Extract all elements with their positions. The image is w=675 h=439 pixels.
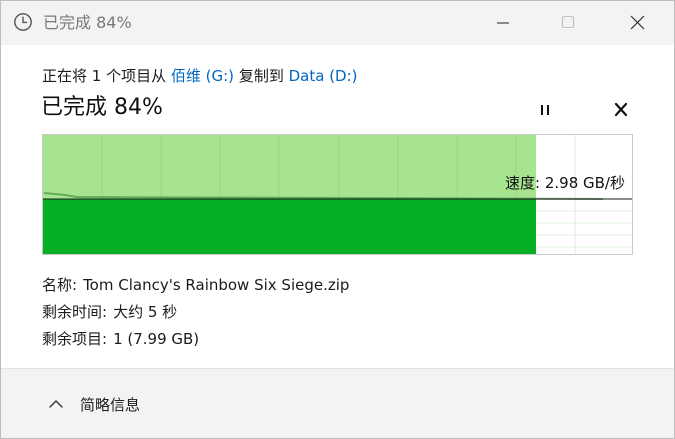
maximize-icon: [561, 15, 575, 29]
speed-graph-canvas: [43, 135, 632, 254]
progress-fill-upper: [43, 135, 536, 199]
copy-prefix: 正在将 1 个项目从: [42, 67, 167, 85]
name-label: 名称:: [42, 276, 78, 294]
footer: 简略信息: [1, 368, 674, 438]
detail-name: 名称: Tom Clancy's Rainbow Six Siege.zip: [42, 272, 349, 299]
maximize-button[interactable]: [559, 13, 579, 33]
items-value: 1 (7.99 GB): [113, 330, 200, 348]
progress-status: 已完成 84%: [41, 95, 163, 120]
copy-progress-dialog: 已完成 84% 正在将 1 个项目从 佰维 (G:) 复制到 Data (D:)…: [0, 0, 675, 439]
progress-fill-lower: [43, 199, 536, 254]
copy-description: 正在将 1 个项目从 佰维 (G:) 复制到 Data (D:): [42, 65, 358, 87]
items-label: 剩余项目:: [42, 330, 108, 348]
detail-time-remaining: 剩余时间: 大约 5 秒: [42, 299, 349, 326]
transfer-details: 名称: Tom Clancy's Rainbow Six Siege.zip 剩余…: [42, 272, 349, 353]
time-label: 剩余时间:: [42, 303, 108, 321]
detail-items-remaining: 剩余项目: 1 (7.99 GB): [42, 326, 349, 353]
copy-middle: 复制到: [238, 67, 284, 85]
close-icon: [630, 15, 645, 30]
source-link[interactable]: 佰维 (G:): [171, 67, 234, 85]
clock-icon: [13, 12, 33, 32]
chevron-up-icon[interactable]: [48, 396, 64, 410]
less-details-button[interactable]: 简略信息: [80, 394, 140, 416]
cancel-button[interactable]: [609, 99, 633, 121]
dialog-content: 正在将 1 个项目从 佰维 (G:) 复制到 Data (D:) 已完成 84%: [1, 45, 674, 367]
destination-link[interactable]: Data (D:): [289, 67, 358, 85]
window-title: 已完成 84%: [43, 13, 132, 32]
close-button[interactable]: [628, 13, 648, 33]
pause-icon: [541, 105, 549, 115]
pause-button[interactable]: [533, 99, 557, 121]
cancel-icon: [614, 102, 628, 117]
minimize-icon: [497, 22, 509, 24]
time-value: 大约 5 秒: [113, 303, 178, 321]
minimize-button[interactable]: [494, 13, 514, 33]
speed-graph: 速度: 2.98 GB/秒: [42, 134, 633, 255]
title-bar[interactable]: 已完成 84%: [1, 1, 674, 45]
name-value: Tom Clancy's Rainbow Six Siege.zip: [83, 276, 350, 294]
speed-label: 速度: 2.98 GB/秒: [505, 174, 625, 192]
